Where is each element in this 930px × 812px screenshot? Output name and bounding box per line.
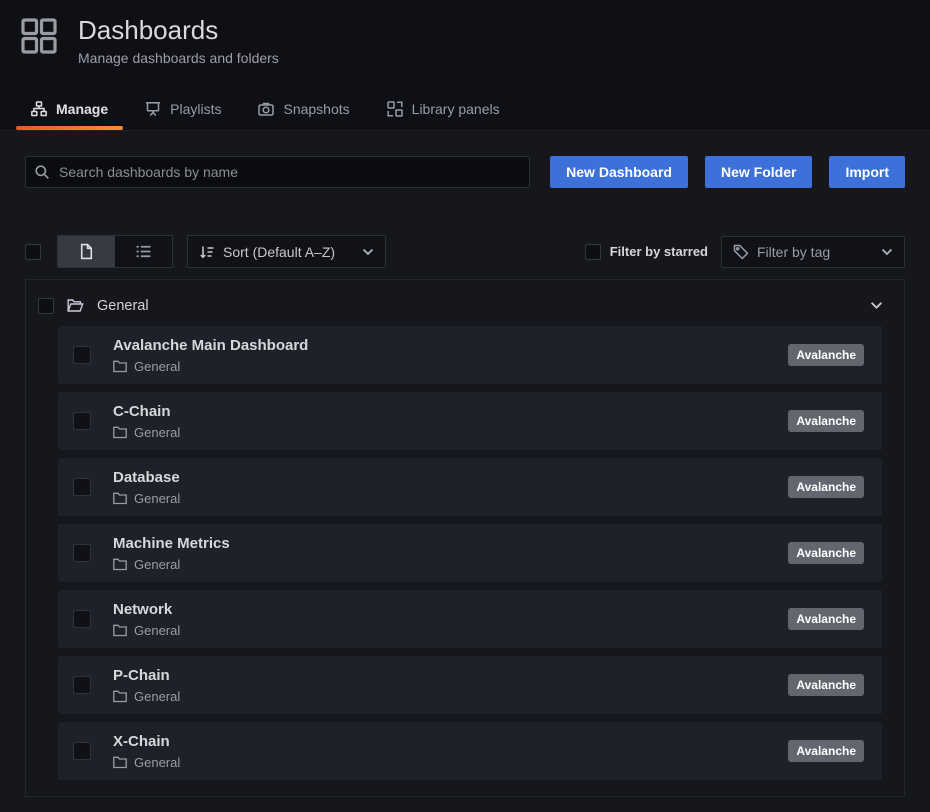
filter-by-starred[interactable]: Filter by starred xyxy=(585,244,708,260)
new-folder-button[interactable]: New Folder xyxy=(705,156,812,188)
dashboards-apps-icon xyxy=(20,17,58,55)
presentation-icon xyxy=(145,101,161,117)
dashboard-row[interactable]: Avalanche Main Dashboard General Avalanc… xyxy=(58,326,882,384)
file-icon xyxy=(78,243,95,260)
new-dashboard-button[interactable]: New Dashboard xyxy=(550,156,688,188)
chevron-down-icon xyxy=(881,248,893,256)
dashboard-checkbox[interactable] xyxy=(73,346,91,364)
page-header: Dashboards Manage dashboards and folders… xyxy=(0,0,930,131)
dashboard-title[interactable]: Database xyxy=(113,469,180,486)
dashboard-folder: General xyxy=(134,755,180,770)
filter-by-tag-dropdown[interactable]: Filter by tag xyxy=(721,236,905,268)
dashboard-checkbox[interactable] xyxy=(73,610,91,628)
dashboard-tag[interactable]: Avalanche xyxy=(788,674,864,696)
tag-filter-label: Filter by tag xyxy=(757,244,830,260)
dashboard-tag[interactable]: Avalanche xyxy=(788,476,864,498)
chevron-down-icon[interactable] xyxy=(870,301,883,310)
sitemap-icon xyxy=(31,101,47,117)
dashboard-folder: General xyxy=(134,557,180,572)
folder-section-general[interactable]: General xyxy=(38,288,882,323)
dashboard-row[interactable]: C-Chain General Avalanche xyxy=(58,392,882,450)
dashboard-folder: General xyxy=(134,491,180,506)
dashboard-tag[interactable]: Avalanche xyxy=(788,542,864,564)
dashboard-title[interactable]: C-Chain xyxy=(113,403,180,420)
folder-icon xyxy=(113,624,127,637)
dashboard-list: Avalanche Main Dashboard General Avalanc… xyxy=(58,326,882,780)
dashboard-title[interactable]: X-Chain xyxy=(113,733,180,750)
tab-label: Manage xyxy=(56,101,108,117)
tab-label: Library panels xyxy=(412,101,500,117)
tab-bar: Manage Playlists Snapsho xyxy=(31,101,500,130)
dashboard-row[interactable]: Machine Metrics General Avalanche xyxy=(58,524,882,582)
dashboard-folder: General xyxy=(134,623,180,638)
dashboard-checkbox[interactable] xyxy=(73,742,91,760)
folder-open-icon xyxy=(67,298,84,313)
search-icon xyxy=(34,164,50,180)
dashboard-title[interactable]: Avalanche Main Dashboard xyxy=(113,337,308,354)
dashboard-checkbox[interactable] xyxy=(73,478,91,496)
search-results-panel: General Avalanche Main Dashboard General… xyxy=(25,279,905,797)
search-box xyxy=(25,156,530,188)
tab-label: Playlists xyxy=(170,101,221,117)
dashboard-tag[interactable]: Avalanche xyxy=(788,608,864,630)
tab-playlists[interactable]: Playlists xyxy=(145,101,221,130)
results-toolbar: Sort (Default A–Z) Filter by starred xyxy=(25,235,905,268)
view-mode-toggle xyxy=(57,235,173,268)
starred-checkbox[interactable] xyxy=(585,244,601,260)
dashboard-checkbox[interactable] xyxy=(73,412,91,430)
dashboard-folder: General xyxy=(134,689,180,704)
search-input[interactable] xyxy=(25,156,530,188)
folder-icon xyxy=(113,426,127,439)
content-area: New Dashboard New Folder Import xyxy=(0,131,930,797)
dashboard-checkbox[interactable] xyxy=(73,544,91,562)
dashboard-checkbox[interactable] xyxy=(73,676,91,694)
folder-icon xyxy=(113,492,127,505)
list-view-button[interactable] xyxy=(115,236,172,267)
chevron-down-icon xyxy=(362,248,374,256)
starred-label: Filter by starred xyxy=(610,244,708,259)
select-all-checkbox[interactable] xyxy=(25,244,41,260)
folder-icon xyxy=(113,360,127,373)
dashboard-title[interactable]: Network xyxy=(113,601,180,618)
tab-snapshots[interactable]: Snapshots xyxy=(258,101,349,130)
page-title: Dashboards xyxy=(78,15,279,46)
folder-checkbox[interactable] xyxy=(38,298,54,314)
dashboard-row[interactable]: P-Chain General Avalanche xyxy=(58,656,882,714)
active-tab-underline xyxy=(16,126,123,130)
dashboard-row[interactable]: X-Chain General Avalanche xyxy=(58,722,882,780)
folder-icon xyxy=(113,756,127,769)
dashboard-row[interactable]: Database General Avalanche xyxy=(58,458,882,516)
sort-amount-icon xyxy=(199,244,215,260)
library-panels-icon xyxy=(387,101,403,117)
folder-icon xyxy=(113,558,127,571)
sort-dropdown-label: Sort (Default A–Z) xyxy=(223,244,335,260)
camera-icon xyxy=(258,101,274,117)
folder-view-button[interactable] xyxy=(58,236,115,267)
tag-icon xyxy=(733,244,749,260)
dashboard-tag[interactable]: Avalanche xyxy=(788,740,864,762)
dashboard-folder: General xyxy=(134,425,180,440)
tab-library-panels[interactable]: Library panels xyxy=(387,101,500,130)
tab-label: Snapshots xyxy=(283,101,349,117)
sort-dropdown[interactable]: Sort (Default A–Z) xyxy=(187,235,386,268)
dashboard-row[interactable]: Network General Avalanche xyxy=(58,590,882,648)
dashboard-folder: General xyxy=(134,359,180,374)
tab-manage[interactable]: Manage xyxy=(31,101,108,130)
import-button[interactable]: Import xyxy=(829,156,905,188)
dashboard-title[interactable]: P-Chain xyxy=(113,667,180,684)
page-subtitle: Manage dashboards and folders xyxy=(78,50,279,66)
dashboard-tag[interactable]: Avalanche xyxy=(788,344,864,366)
folder-icon xyxy=(113,690,127,703)
list-icon xyxy=(135,243,152,260)
dashboard-tag[interactable]: Avalanche xyxy=(788,410,864,432)
folder-name: General xyxy=(97,298,149,314)
dashboard-title[interactable]: Machine Metrics xyxy=(113,535,230,552)
